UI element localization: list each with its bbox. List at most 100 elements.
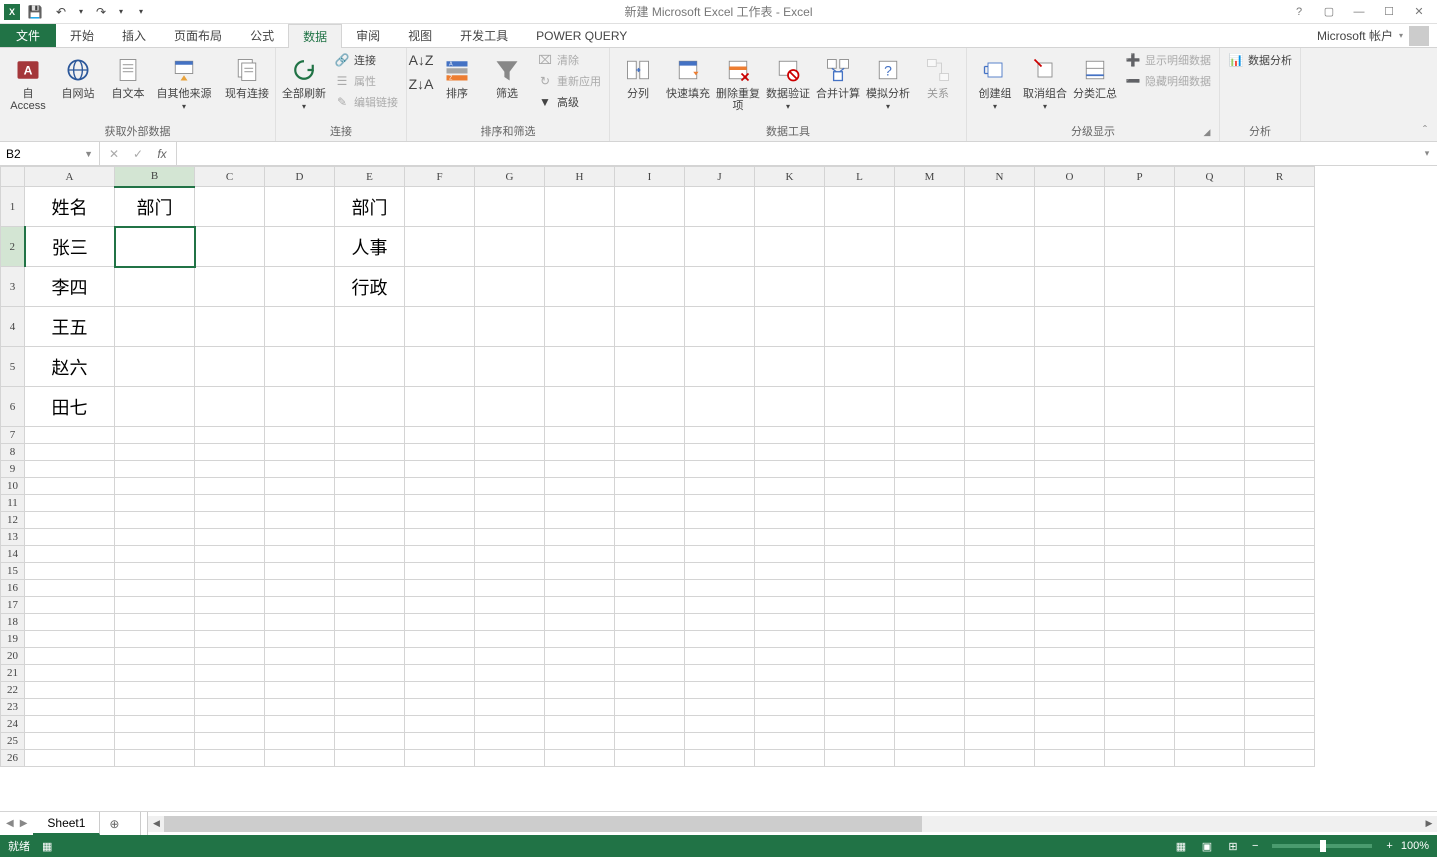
cell-E20[interactable]	[335, 648, 405, 665]
cell-A25[interactable]	[25, 733, 115, 750]
cell-I13[interactable]	[615, 529, 685, 546]
cell-D16[interactable]	[265, 580, 335, 597]
cell-A9[interactable]	[25, 461, 115, 478]
cell-H24[interactable]	[545, 716, 615, 733]
cell-L18[interactable]	[825, 614, 895, 631]
cell-F12[interactable]	[405, 512, 475, 529]
cell-Q5[interactable]	[1175, 347, 1245, 387]
row-header-7[interactable]: 7	[1, 427, 25, 444]
remove-duplicates-button[interactable]: 删除重复项	[714, 50, 762, 116]
row-header-17[interactable]: 17	[1, 597, 25, 614]
cell-A6[interactable]: 田七	[25, 387, 115, 427]
row-header-22[interactable]: 22	[1, 682, 25, 699]
cell-D3[interactable]	[265, 267, 335, 307]
cell-Q24[interactable]	[1175, 716, 1245, 733]
cell-M22[interactable]	[895, 682, 965, 699]
cell-K15[interactable]	[755, 563, 825, 580]
account-dropdown-icon[interactable]: ▾	[1399, 31, 1403, 40]
cell-G16[interactable]	[475, 580, 545, 597]
cell-M14[interactable]	[895, 546, 965, 563]
cell-F2[interactable]	[405, 227, 475, 267]
cell-E2[interactable]: 人事	[335, 227, 405, 267]
view-normal-button[interactable]: ▦	[1170, 837, 1192, 855]
cell-A2[interactable]: 张三	[25, 227, 115, 267]
cell-R21[interactable]	[1245, 665, 1315, 682]
cell-R23[interactable]	[1245, 699, 1315, 716]
cell-J9[interactable]	[685, 461, 755, 478]
ribbon-tab-0[interactable]: 开始	[56, 24, 108, 47]
cell-Q3[interactable]	[1175, 267, 1245, 307]
column-header-P[interactable]: P	[1105, 167, 1175, 187]
cell-D13[interactable]	[265, 529, 335, 546]
cell-M19[interactable]	[895, 631, 965, 648]
cell-O13[interactable]	[1035, 529, 1105, 546]
cell-J2[interactable]	[685, 227, 755, 267]
column-header-E[interactable]: E	[335, 167, 405, 187]
cell-E13[interactable]	[335, 529, 405, 546]
ribbon-tab-2[interactable]: 页面布局	[160, 24, 236, 47]
cell-K13[interactable]	[755, 529, 825, 546]
cell-D26[interactable]	[265, 750, 335, 767]
qat-redo-dropdown[interactable]: ▾	[116, 1, 126, 23]
cell-D5[interactable]	[265, 347, 335, 387]
qat-redo-button[interactable]: ↷	[90, 1, 112, 23]
cell-R5[interactable]	[1245, 347, 1315, 387]
cell-J15[interactable]	[685, 563, 755, 580]
cell-F25[interactable]	[405, 733, 475, 750]
cell-D20[interactable]	[265, 648, 335, 665]
column-header-J[interactable]: J	[685, 167, 755, 187]
cell-N4[interactable]	[965, 307, 1035, 347]
cell-J3[interactable]	[685, 267, 755, 307]
cell-I12[interactable]	[615, 512, 685, 529]
cell-R8[interactable]	[1245, 444, 1315, 461]
cell-N6[interactable]	[965, 387, 1035, 427]
cell-F17[interactable]	[405, 597, 475, 614]
insert-function-button[interactable]: fx	[152, 144, 172, 164]
cell-H6[interactable]	[545, 387, 615, 427]
collapse-ribbon-button[interactable]: ˆ	[1413, 48, 1437, 141]
from-access-button[interactable]: A 自 Access	[4, 50, 52, 116]
cell-B2[interactable]	[115, 227, 195, 267]
cell-L14[interactable]	[825, 546, 895, 563]
cell-R7[interactable]	[1245, 427, 1315, 444]
cell-B10[interactable]	[115, 478, 195, 495]
cell-D8[interactable]	[265, 444, 335, 461]
cell-L25[interactable]	[825, 733, 895, 750]
cell-P15[interactable]	[1105, 563, 1175, 580]
cell-J10[interactable]	[685, 478, 755, 495]
cell-E26[interactable]	[335, 750, 405, 767]
cell-Q25[interactable]	[1175, 733, 1245, 750]
from-web-button[interactable]: 自网站	[54, 50, 102, 104]
cell-J21[interactable]	[685, 665, 755, 682]
cell-I22[interactable]	[615, 682, 685, 699]
cell-O23[interactable]	[1035, 699, 1105, 716]
cell-H5[interactable]	[545, 347, 615, 387]
cell-H22[interactable]	[545, 682, 615, 699]
cell-G13[interactable]	[475, 529, 545, 546]
ribbon-display-options[interactable]: ▢	[1315, 2, 1343, 22]
cell-D25[interactable]	[265, 733, 335, 750]
cell-M4[interactable]	[895, 307, 965, 347]
cell-G10[interactable]	[475, 478, 545, 495]
refresh-all-button[interactable]: 全部刷新▾	[280, 50, 328, 117]
row-header-14[interactable]: 14	[1, 546, 25, 563]
cell-L8[interactable]	[825, 444, 895, 461]
cell-M6[interactable]	[895, 387, 965, 427]
column-header-L[interactable]: L	[825, 167, 895, 187]
cell-J18[interactable]	[685, 614, 755, 631]
cell-I23[interactable]	[615, 699, 685, 716]
cell-H14[interactable]	[545, 546, 615, 563]
zoom-in-button[interactable]: +	[1382, 840, 1396, 852]
cell-C20[interactable]	[195, 648, 265, 665]
cell-J23[interactable]	[685, 699, 755, 716]
cell-O16[interactable]	[1035, 580, 1105, 597]
zoom-out-button[interactable]: −	[1248, 840, 1262, 852]
cell-B9[interactable]	[115, 461, 195, 478]
cell-Q22[interactable]	[1175, 682, 1245, 699]
cell-C7[interactable]	[195, 427, 265, 444]
cell-L15[interactable]	[825, 563, 895, 580]
cell-L22[interactable]	[825, 682, 895, 699]
cell-Q26[interactable]	[1175, 750, 1245, 767]
cell-H9[interactable]	[545, 461, 615, 478]
cell-K4[interactable]	[755, 307, 825, 347]
